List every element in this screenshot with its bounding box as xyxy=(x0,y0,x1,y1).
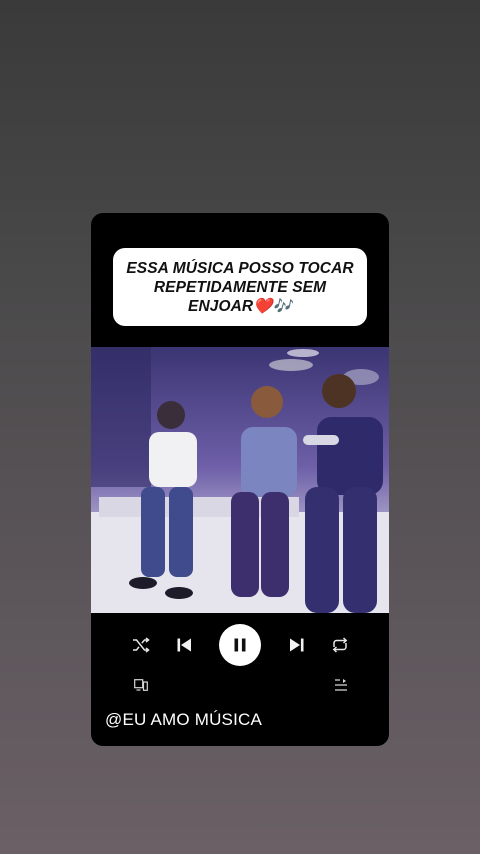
music-story-card: ESSA MÚSICA POSSO TOCAR REPETIDAMENTE SE… xyxy=(91,213,389,746)
repeat-icon xyxy=(332,637,348,653)
account-handle: @EU AMO MÚSICA xyxy=(105,710,263,729)
skip-previous-icon xyxy=(177,638,191,652)
skip-next-icon xyxy=(290,638,304,652)
caption-text: ESSA MÚSICA POSSO TOCAR REPETIDAMENTE SE… xyxy=(126,259,354,315)
pause-icon xyxy=(234,638,246,652)
repeat-button[interactable] xyxy=(328,634,352,656)
next-button[interactable] xyxy=(285,633,309,657)
previous-button[interactable] xyxy=(172,633,196,657)
shuffle-icon xyxy=(133,637,150,653)
queue-button[interactable] xyxy=(332,676,350,694)
connect-device-icon xyxy=(134,679,148,691)
playback-controls xyxy=(91,617,389,673)
queue-icon xyxy=(335,679,347,691)
secondary-controls xyxy=(91,675,389,695)
music-video-frame[interactable] xyxy=(91,347,389,613)
video-scene-illustration xyxy=(91,347,389,613)
connect-device-button[interactable] xyxy=(132,676,150,694)
shuffle-button[interactable] xyxy=(129,634,153,656)
play-pause-button[interactable] xyxy=(219,624,261,666)
caption-box: ESSA MÚSICA POSSO TOCAR REPETIDAMENTE SE… xyxy=(113,248,367,326)
